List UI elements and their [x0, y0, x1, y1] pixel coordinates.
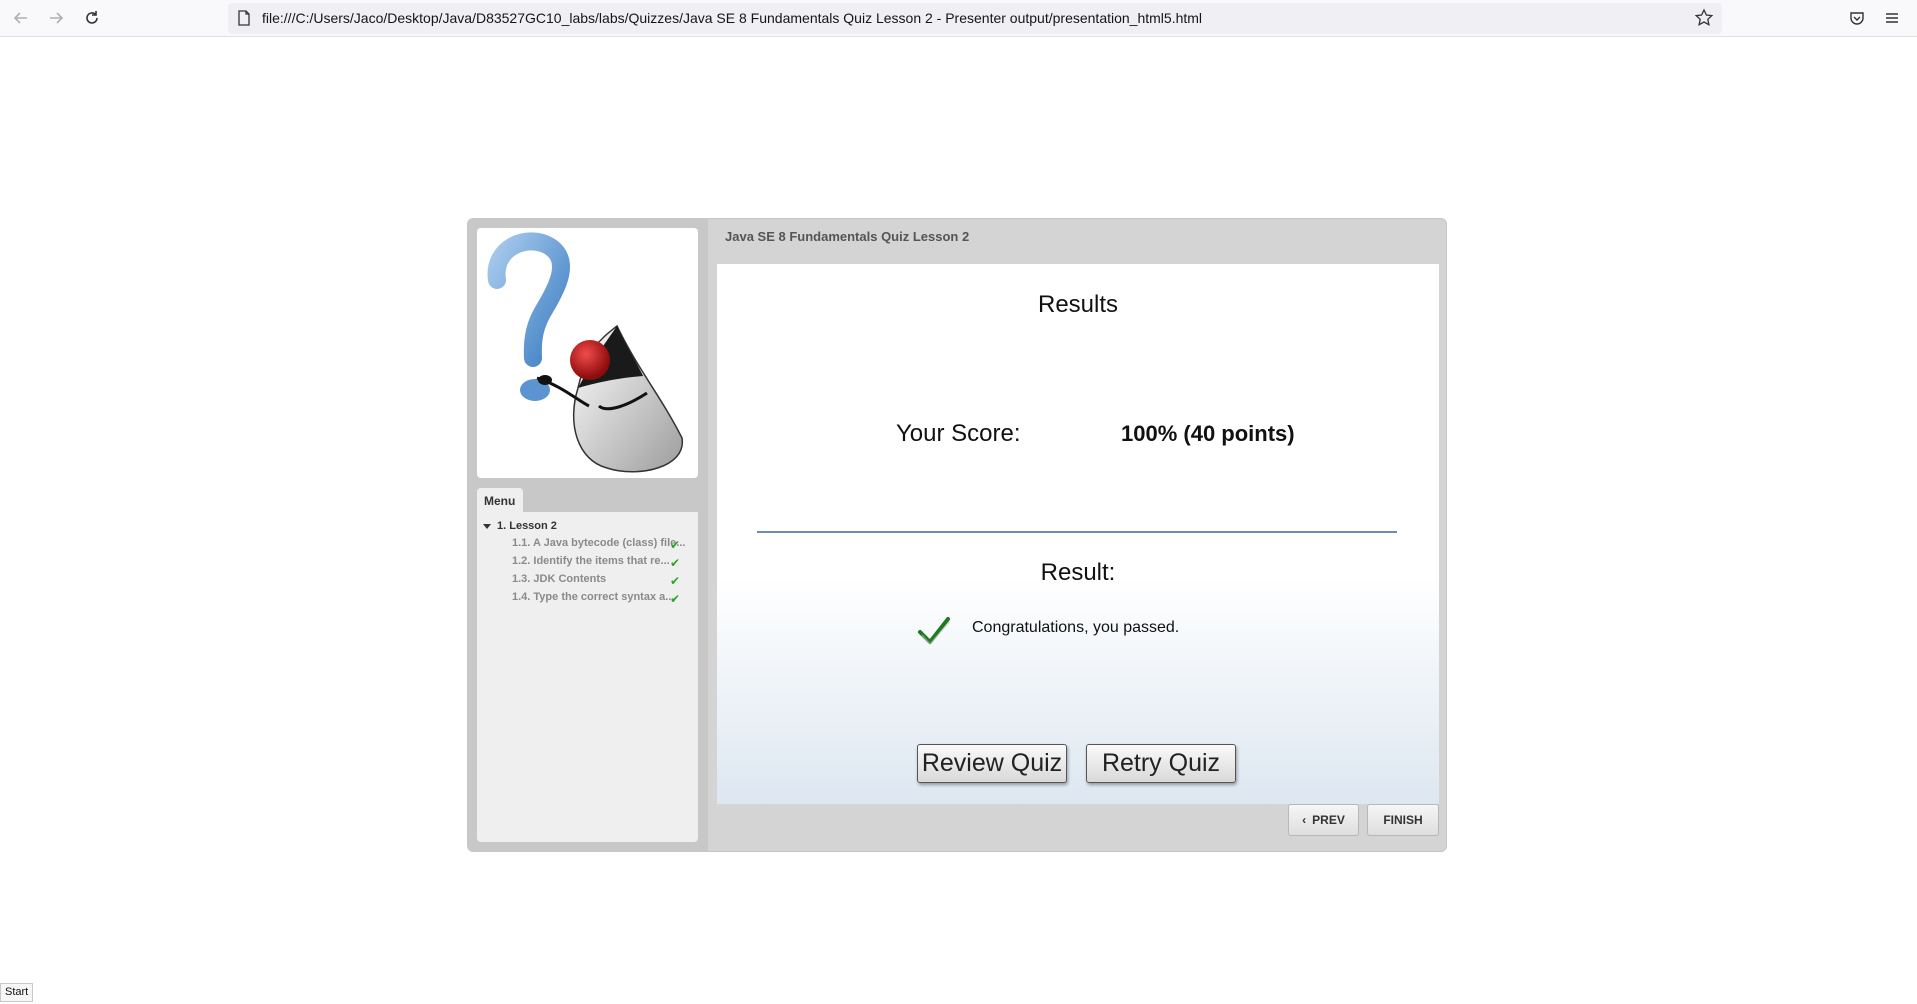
menu-tab[interactable]: Menu: [477, 488, 523, 512]
expand-triangle-icon[interactable]: [483, 523, 491, 529]
forward-button[interactable]: [41, 5, 71, 31]
menu-item[interactable]: 1.3. JDK Contents ✔: [512, 573, 692, 590]
result-label: Result:: [1040, 559, 1116, 586]
result-message: Congratulations, you passed.: [972, 619, 1180, 636]
prev-button[interactable]: ‹ PREV: [1288, 804, 1359, 836]
back-icon: [13, 12, 27, 24]
menu-item-label: 1.3. JDK Contents: [512, 573, 607, 585]
duke-question-mark-image: [487, 232, 683, 473]
back-button[interactable]: [6, 5, 36, 31]
results-heading: Results: [1037, 291, 1119, 318]
completed-check-icon: ✔: [669, 592, 680, 606]
menu-icon: [1886, 13, 1898, 23]
menu-item-label: 1.2. Identify the items that re...: [512, 555, 670, 567]
score-label: Your Score:: [896, 420, 1021, 447]
menu-lesson-label: 1. Lesson 2: [497, 520, 557, 532]
completed-check-icon: ✔: [669, 538, 680, 552]
results-divider: [757, 531, 1397, 533]
reload-button[interactable]: [77, 5, 107, 31]
forward-icon: [50, 12, 64, 24]
menu-item-label: 1.4. Type the correct syntax a...: [512, 591, 675, 603]
reload-icon: [86, 11, 98, 24]
player-sidebar: Menu 1. Lesson 2 1.1. A Java bytecode (c…: [468, 219, 708, 851]
address-bar[interactable]: file:///C:/Users/Jaco/Desktop/Java/D8352…: [228, 3, 1722, 34]
status-bar: Start: [0, 983, 34, 1002]
prev-label: PREV: [1312, 813, 1345, 827]
bookmark-star-icon[interactable]: [1694, 8, 1714, 28]
menu-item[interactable]: 1.1. A Java bytecode (class) file... ✔: [512, 537, 692, 554]
browser-toolbar: file:///C:/Users/Jaco/Desktop/Java/D8352…: [0, 0, 1917, 37]
menu-item[interactable]: 1.4. Type the correct syntax a... ✔: [512, 591, 692, 608]
results-slide: Results Your Score: 100% (40 points) Res…: [717, 264, 1439, 804]
quiz-title: Java SE 8 Fundamentals Quiz Lesson 2: [725, 229, 970, 244]
url-text[interactable]: file:///C:/Users/Jaco/Desktop/Java/D8352…: [262, 10, 1202, 26]
menu-lesson-group[interactable]: 1. Lesson 2: [483, 520, 557, 532]
review-quiz-button[interactable]: Review Quiz: [917, 744, 1067, 783]
app-menu-button[interactable]: [1881, 7, 1903, 29]
page-icon: [238, 10, 250, 26]
quiz-logo: [477, 228, 698, 478]
completed-check-icon: ✔: [669, 574, 680, 588]
completed-check-icon: ✔: [669, 556, 680, 570]
pass-check-icon: [918, 617, 950, 646]
pocket-icon: [1850, 12, 1864, 25]
menu-item[interactable]: 1.2. Identify the items that re... ✔: [512, 555, 692, 572]
finish-button[interactable]: FINISH: [1367, 804, 1439, 836]
menu-panel: 1. Lesson 2 1.1. A Java bytecode (class)…: [477, 512, 698, 842]
retry-quiz-button[interactable]: Retry Quiz: [1086, 744, 1236, 783]
quiz-player: Menu 1. Lesson 2 1.1. A Java bytecode (c…: [467, 218, 1447, 852]
pocket-button[interactable]: [1846, 7, 1868, 29]
menu-item-label: 1.1. A Java bytecode (class) file...: [512, 537, 686, 549]
score-value: 100% (40 points): [1121, 421, 1295, 446]
chevron-left-icon: ‹: [1302, 813, 1307, 827]
